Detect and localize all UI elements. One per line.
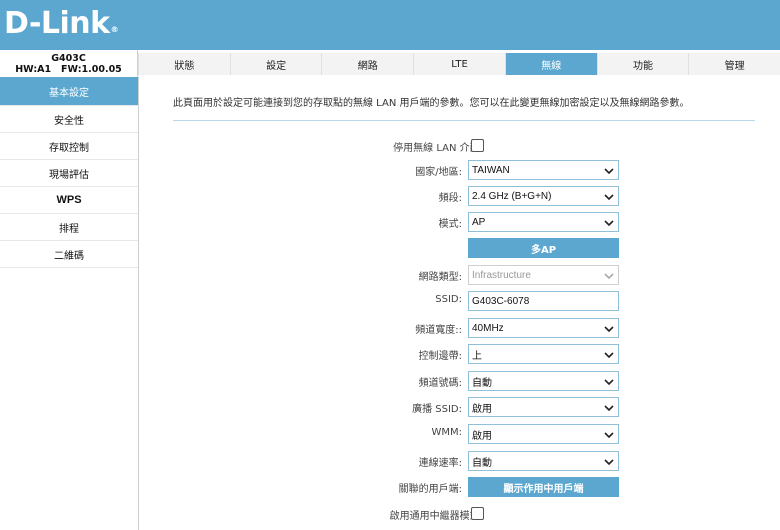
chevron-down-icon	[604, 273, 614, 280]
device-model: G403C	[51, 53, 86, 64]
sidebar-item-access-control[interactable]: 存取控制	[0, 133, 138, 160]
country-label: 國家/地區:	[415, 167, 462, 178]
chevron-down-icon	[604, 459, 614, 466]
logo-text: D-Link	[4, 6, 110, 41]
row-associated-clients: 關聯的用戶端: 顯示作用中用戶端	[139, 477, 780, 497]
network-type-label: 網路類型:	[418, 272, 462, 283]
row-band: 頻段: 2.4 GHz (B+G+N)	[139, 186, 780, 206]
tab-wireless[interactable]: 無線	[504, 53, 597, 75]
band-select[interactable]: 2.4 GHz (B+G+N)	[468, 186, 619, 206]
header-bar: D-Link®	[0, 0, 780, 50]
show-active-clients-button[interactable]: 顯示作用中用戶端	[468, 477, 619, 497]
channel-number-value: 自動	[472, 377, 492, 389]
control-sideband-select[interactable]: 上	[468, 344, 619, 364]
broadcast-ssid-label: 廣播 SSID:	[412, 404, 462, 415]
row-channel-number: 頻道號碼: 自動	[139, 371, 780, 391]
band-label: 頻段:	[438, 193, 462, 204]
mode-select[interactable]: AP	[468, 212, 619, 232]
chevron-down-icon	[604, 379, 614, 386]
associated-clients-label: 關聯的用戶端:	[398, 484, 462, 495]
control-sideband-value: 上	[472, 350, 482, 362]
broadcast-ssid-select[interactable]: 啟用	[468, 397, 619, 417]
wmm-value: 啟用	[472, 430, 492, 442]
top-nav-tabs: 狀態 設定 網路 LTE 無線 功能 管理	[138, 53, 780, 75]
channel-number-label: 頻道號碼:	[418, 378, 462, 389]
tab-network[interactable]: 網路	[321, 53, 414, 75]
divider	[173, 120, 755, 121]
disable-wlan-label: 停用無線 LAN 介面:	[393, 143, 483, 154]
channel-width-select[interactable]: 40MHz	[468, 318, 619, 338]
control-sideband-label: 控制邊帶:	[418, 351, 462, 362]
fw-version: FW:1.00.05	[61, 64, 122, 75]
chevron-down-icon	[604, 405, 614, 412]
channel-width-label: 頻道寬度::	[415, 325, 462, 336]
row-channel-width: 頻道寬度:: 40MHz	[139, 318, 780, 338]
universal-repeater-label: 啟用通用中繼器模式:	[389, 511, 483, 522]
dlink-logo: D-Link®	[4, 6, 119, 42]
band-value: 2.4 GHz (B+G+N)	[472, 190, 552, 202]
row-ssid: SSID: G403C-6078	[139, 291, 780, 311]
channel-number-select[interactable]: 自動	[468, 371, 619, 391]
wmm-select[interactable]: 啟用	[468, 424, 619, 444]
chevron-down-icon	[604, 220, 614, 227]
page-description: 此頁面用於設定可能連接到您的存取點的無線 LAN 用戶端的參數。您可以在此變更無…	[173, 98, 690, 109]
tab-lte[interactable]: LTE	[413, 53, 505, 75]
broadcast-ssid-value: 啟用	[472, 403, 492, 415]
tab-setup[interactable]: 設定	[229, 53, 322, 75]
chevron-down-icon	[604, 326, 614, 333]
chevron-down-icon	[604, 194, 614, 201]
ssid-input[interactable]: G403C-6078	[468, 291, 619, 311]
network-type-value: Infrastructure	[472, 269, 531, 281]
data-rate-select[interactable]: 自動	[468, 451, 619, 471]
registered-mark: ®	[110, 25, 119, 34]
sidebar-item-qr-code[interactable]: 二維碼	[0, 241, 138, 268]
sidebar-item-basic-settings[interactable]: 基本設定	[0, 77, 138, 106]
row-network-type: 網路類型: Infrastructure	[139, 265, 780, 285]
tab-features[interactable]: 功能	[596, 53, 689, 75]
sidebar-item-wps[interactable]: WPS	[0, 187, 138, 214]
data-rate-value: 自動	[472, 457, 492, 469]
multi-ap-button[interactable]: 多AP	[468, 238, 619, 258]
universal-repeater-checkbox[interactable]	[471, 507, 484, 520]
row-mode: 模式: AP	[139, 212, 780, 232]
ssid-label: SSID:	[435, 294, 462, 305]
mode-label: 模式:	[438, 219, 462, 230]
row-control-sideband: 控制邊帶: 上	[139, 344, 780, 364]
sidebar-item-schedule[interactable]: 排程	[0, 214, 138, 241]
row-universal-repeater: 啟用通用中繼器模式:	[139, 504, 780, 524]
ssid-value: G403C-6078	[472, 295, 530, 307]
main-content: 此頁面用於設定可能連接到您的存取點的無線 LAN 用戶端的參數。您可以在此變更無…	[139, 77, 780, 530]
row-disable-wlan: 停用無線 LAN 介面:	[139, 136, 780, 156]
country-value: TAIWAN	[472, 164, 510, 176]
sidebar-item-site-survey[interactable]: 現場評估	[0, 160, 138, 187]
mode-value: AP	[472, 216, 486, 228]
device-info: G403C HW:A1 FW:1.00.05	[0, 50, 138, 77]
wmm-label: WMM:	[431, 427, 462, 438]
chevron-down-icon	[604, 432, 614, 439]
row-multi-ap: 多AP	[139, 238, 780, 258]
hw-version: HW:A1	[15, 64, 52, 75]
chevron-down-icon	[604, 168, 614, 175]
tab-status[interactable]: 狀態	[138, 53, 230, 75]
device-version: HW:A1 FW:1.00.05	[0, 64, 137, 75]
channel-width-value: 40MHz	[472, 322, 504, 334]
sidebar-item-security[interactable]: 安全性	[0, 106, 138, 133]
sidebar: 基本設定 安全性 存取控制 現場評估 WPS 排程 二維碼	[0, 77, 139, 530]
row-data-rate: 連線速率: 自動	[139, 451, 780, 471]
row-broadcast-ssid: 廣播 SSID: 啟用	[139, 397, 780, 417]
tab-management[interactable]: 管理	[688, 53, 780, 75]
network-type-select: Infrastructure	[468, 265, 619, 285]
country-select[interactable]: TAIWAN	[468, 160, 619, 180]
row-country: 國家/地區: TAIWAN	[139, 160, 780, 180]
row-wmm: WMM: 啟用	[139, 424, 780, 444]
data-rate-label: 連線速率:	[418, 458, 462, 469]
chevron-down-icon	[604, 352, 614, 359]
disable-wlan-checkbox[interactable]	[471, 139, 484, 152]
